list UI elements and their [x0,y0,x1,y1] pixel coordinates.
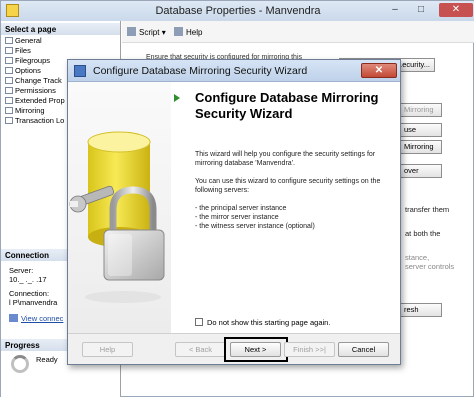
wizard-content: Configure Database Mirroring Security Wi… [171,82,400,333]
page-icon [5,107,13,114]
wizard-button-bar: Help < Back Next > Finish >>| Cancel [68,333,400,364]
info-text-line: at both the [405,229,441,238]
refresh-button[interactable]: resh [399,303,442,317]
page-label: Options [15,66,41,75]
connection-icon [9,314,18,322]
wizard-titlebar[interactable]: Configure Database Mirroring Security Wi… [68,60,400,82]
window-titlebar[interactable]: Database Properties - Manvendra – □ ✕ [1,1,474,21]
page-icon [5,47,13,54]
page-icon [5,97,13,104]
start-mirroring-button[interactable]: Mirroring [399,103,442,117]
page-item-options[interactable]: Options [5,66,41,76]
checkbox-box[interactable] [195,318,203,326]
page-item-general[interactable]: General [5,36,42,46]
connection-value: l P\manvendra [9,298,58,307]
server-list-item: - the witness server instance (optional) [195,223,315,230]
page-label: Extended Prop [15,96,65,105]
script-button[interactable]: Script ▾ [127,27,166,37]
green-arrow-icon [174,94,180,102]
help-button[interactable]: Help [82,342,133,357]
select-page-header: Select a page [1,23,120,35]
info-text-line: stance, [405,253,430,262]
page-label: Mirroring [15,106,45,115]
page-icon [5,87,13,94]
finish-button[interactable]: Finish >>| [284,342,335,357]
page-icon [5,77,13,84]
wizard-intro-text: This wizard will help you configure the … [195,151,376,167]
back-button[interactable]: < Back [175,342,226,357]
wizard-title: Configure Database Mirroring Security Wi… [93,65,308,77]
page-item-filegroups[interactable]: Filegroups [5,56,50,66]
minimize-button[interactable]: – [385,3,405,17]
page-item-transaction-log[interactable]: Transaction Lo [5,116,64,126]
page-item-files[interactable]: Files [5,46,31,56]
checkbox-label: Do not show this starting page again. [207,318,331,327]
progress-icon [11,355,29,373]
help-toolbar-button[interactable]: Help [174,27,202,37]
mirroring-security-wizard-dialog: Configure Database Mirroring Security Wi… [67,59,401,365]
cancel-button[interactable]: Cancel [338,342,389,357]
page-label: Transaction Lo [15,116,65,125]
server-list-item: - the principal server instance [195,205,287,212]
page-icon [5,67,13,74]
wizard-heading: Configure Database Mirroring Security Wi… [195,90,379,121]
script-label: Script [139,28,160,37]
maximize-button[interactable]: □ [411,3,431,17]
info-text-line: transfer them [405,205,450,214]
server-list-item: - the mirror server instance [195,214,279,221]
wizard-icon [74,65,86,77]
page-label: Permissions [15,86,56,95]
view-connection-properties-link[interactable]: View connec [9,314,63,323]
remove-mirroring-button[interactable]: Mirroring [399,140,442,154]
progress-status: Ready [36,355,58,364]
help-label: Help [186,28,203,37]
page-label: Files [15,46,31,55]
page-label: Filegroups [15,56,51,65]
dont-show-again-checkbox[interactable]: Do not show this starting page again. [195,318,330,327]
wizard-close-button[interactable]: ✕ [361,63,397,78]
page-item-change-tracking[interactable]: Change Track [5,76,62,86]
pause-button[interactable]: use [399,123,442,137]
script-icon [127,27,136,36]
link-label: View connec [21,314,64,323]
page-icon [5,117,13,124]
server-value: 10._ ._. .17 [9,275,47,284]
page-item-mirroring[interactable]: Mirroring [5,106,45,116]
page-item-extended-properties[interactable]: Extended Prop [5,96,65,106]
next-button[interactable]: Next > [230,342,281,357]
page-icon [5,37,13,44]
page-label: Change Track [15,76,62,85]
toolbar: Script ▾ Help [122,21,474,43]
wizard-servers-intro: You can use this wizard to configure sec… [195,178,381,194]
wizard-illustration [68,82,171,333]
chevron-down-icon[interactable]: ▾ [162,28,166,37]
help-icon [174,27,183,36]
info-text-line: server controls [405,262,455,271]
connection-label: Connection: [9,289,50,298]
page-label: General [15,36,42,45]
server-label: Server: [9,266,34,275]
database-cylinder-art [69,131,165,303]
failover-button[interactable]: over [399,164,442,178]
close-button[interactable]: ✕ [439,3,473,17]
page-item-permissions[interactable]: Permissions [5,86,56,96]
page-icon [5,57,13,64]
